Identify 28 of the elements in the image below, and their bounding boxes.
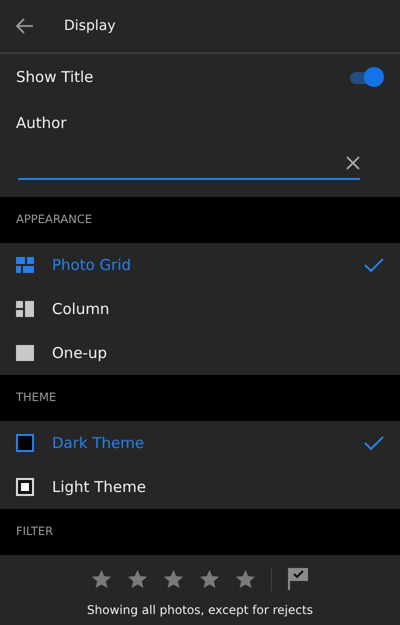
filter-caption: Showing all photos, except for rejects — [87, 602, 313, 619]
screen-title: Display — [64, 16, 116, 36]
option-item[interactable]: One-up — [0, 331, 400, 375]
field-label: Author — [16, 112, 67, 134]
star-icon[interactable] — [126, 569, 148, 589]
star-icon[interactable] — [162, 569, 184, 589]
star-icon[interactable] — [234, 569, 256, 589]
section-header: APPEARANCE — [16, 211, 92, 228]
toggle-switch[interactable] — [350, 67, 384, 87]
section-header: FILTER — [16, 523, 54, 540]
square-icon — [16, 345, 34, 361]
light-square-icon — [16, 478, 34, 496]
option-item[interactable]: Photo Grid — [0, 243, 400, 287]
clear-icon[interactable] — [346, 156, 360, 170]
checkmark-icon — [364, 435, 384, 451]
star-icon[interactable] — [90, 569, 112, 589]
option-item[interactable]: Light Theme — [0, 465, 400, 509]
checkmark-icon — [364, 257, 384, 273]
flag-icon[interactable] — [287, 567, 310, 591]
grid-icon — [16, 257, 34, 273]
section-header: THEME — [16, 389, 56, 406]
option-item[interactable]: Column — [0, 287, 400, 331]
dark-square-icon — [16, 434, 34, 452]
column-layout-icon — [16, 301, 34, 317]
star-icon[interactable] — [198, 569, 220, 589]
back-button[interactable] — [16, 18, 34, 34]
setting-label: Show Title — [16, 66, 94, 88]
option-item[interactable]: Dark Theme — [0, 421, 400, 465]
